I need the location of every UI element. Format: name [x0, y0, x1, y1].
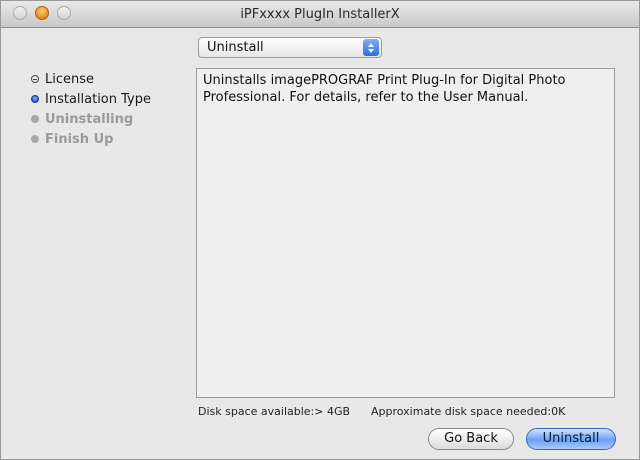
install-mode-select[interactable]: Uninstall [198, 37, 382, 58]
title-bar: iPFxxxx PlugIn InstallerX [1, 1, 639, 28]
description-text: Uninstalls imagePROGRAF Print Plug-In fo… [203, 73, 566, 105]
disk-space-needed: Approximate disk space needed:0K [371, 405, 566, 418]
step-pending-icon [31, 135, 39, 143]
step-label: License [45, 71, 95, 87]
description-text-area[interactable]: Uninstalls imagePROGRAF Print Plug-In fo… [196, 68, 615, 398]
window-title: iPFxxxx PlugIn InstallerX [240, 7, 400, 22]
install-mode-value: Uninstall [207, 40, 264, 55]
step-finish-up: Finish Up [31, 129, 151, 149]
step-installation-type: Installation Type [31, 89, 151, 109]
step-label: Installation Type [45, 91, 151, 107]
popup-arrows-icon [363, 39, 379, 56]
step-license: License [31, 69, 151, 89]
step-label: Finish Up [45, 131, 114, 147]
step-pending-icon [31, 115, 39, 123]
step-done-icon [31, 75, 39, 83]
installer-steps: License Installation Type Uninstalling F… [31, 69, 151, 149]
step-label: Uninstalling [45, 111, 134, 127]
uninstall-button[interactable]: Uninstall [526, 428, 616, 450]
installer-window: iPFxxxx PlugIn InstallerX License Instal… [0, 0, 640, 460]
step-uninstalling: Uninstalling [31, 109, 151, 129]
go-back-button[interactable]: Go Back [428, 428, 514, 450]
disk-space-available: Disk space available:> 4GB [198, 405, 351, 418]
step-current-icon [31, 95, 39, 103]
